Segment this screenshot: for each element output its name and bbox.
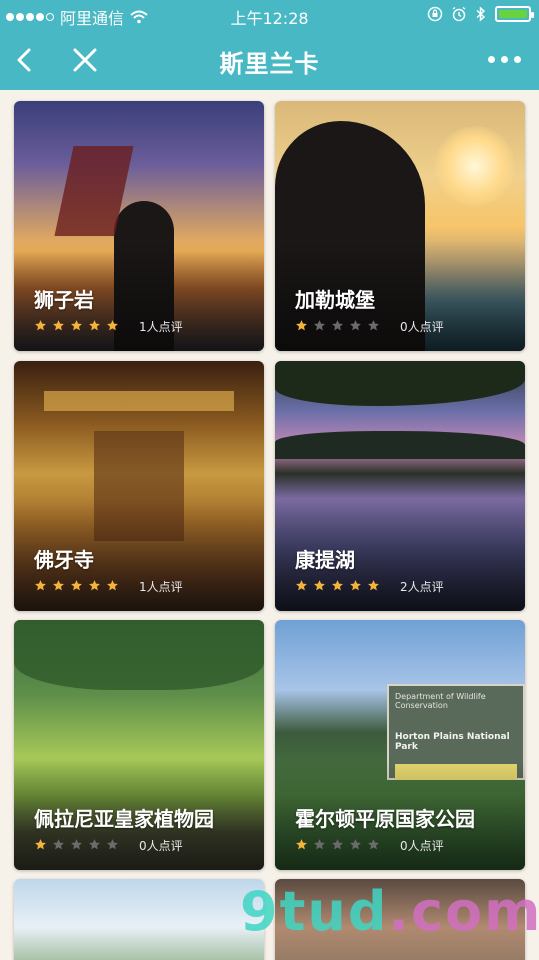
star-icon [88, 836, 101, 855]
star-icon [88, 317, 101, 336]
rating-stars [295, 836, 385, 855]
status-bar: 阿里通信 上午12:28 [0, 0, 539, 30]
attraction-card[interactable]: 佛牙寺 1人点评 [14, 361, 264, 611]
review-count: 1人点评 [139, 580, 183, 594]
sign-line-2: Horton Plains National Park [395, 732, 510, 752]
temple-beam-shape [44, 391, 234, 411]
star-icon [313, 317, 326, 336]
card-title: 加勒城堡 [295, 288, 375, 312]
card-rating: 1人点评 [34, 317, 183, 336]
rating-stars [34, 317, 124, 336]
star-icon [52, 836, 65, 855]
battery-icon [495, 6, 534, 22]
attraction-card[interactable]: Department of Wildlife Conservation Hort… [275, 620, 525, 870]
sign-line-1: Department of Wildlife Conservation [395, 692, 486, 710]
attraction-card[interactable]: 加勒城堡 0人点评 [275, 101, 525, 351]
rating-stars [295, 317, 385, 336]
attraction-card[interactable]: 狮子岩 1人点评 [14, 101, 264, 351]
star-icon [367, 836, 380, 855]
rating-stars [34, 836, 124, 855]
star-icon [52, 317, 65, 336]
card-title: 霍尔顿平原国家公园 [295, 807, 475, 831]
card-image [14, 879, 264, 960]
attraction-card[interactable]: 康提湖 2人点评 [275, 361, 525, 611]
star-icon [295, 317, 308, 336]
star-icon [34, 317, 47, 336]
star-icon [295, 836, 308, 855]
card-title: 佛牙寺 [34, 548, 94, 572]
star-icon [106, 317, 119, 336]
star-icon [331, 317, 344, 336]
star-icon [70, 836, 83, 855]
star-icon [106, 577, 119, 596]
card-title: 狮子岩 [34, 288, 94, 312]
card-rating: 0人点评 [295, 317, 444, 336]
star-icon [34, 836, 47, 855]
status-right [427, 6, 534, 22]
more-button[interactable] [488, 56, 521, 63]
star-icon [313, 577, 326, 596]
attraction-card[interactable]: 佩拉尼亚皇家植物园 0人点评 [14, 620, 264, 870]
review-count: 0人点评 [400, 320, 444, 334]
star-icon [349, 317, 362, 336]
card-rating: 2人点评 [295, 577, 444, 596]
sun-shape [435, 126, 515, 206]
attractions-grid: 狮子岩 1人点评 加勒城堡 0人点评 佛牙寺 1人点评 康提湖 2人点评 佩拉尼… [0, 90, 539, 960]
review-count: 0人点评 [400, 839, 444, 853]
watermark: 9tud.com [240, 880, 539, 943]
battery-fill [499, 10, 527, 18]
watermark-text: 9tud [240, 880, 389, 943]
card-rating: 0人点评 [34, 836, 183, 855]
card-title: 佩拉尼亚皇家植物园 [34, 807, 214, 831]
rating-stars [295, 577, 385, 596]
bluetooth-icon [476, 6, 486, 22]
more-dot [501, 56, 508, 63]
rating-stars [34, 577, 124, 596]
review-count: 0人点评 [139, 839, 183, 853]
card-rating: 0人点评 [295, 836, 444, 855]
star-icon [106, 836, 119, 855]
star-icon [313, 836, 326, 855]
card-title: 康提湖 [295, 548, 355, 572]
tree-shape [14, 620, 264, 690]
star-icon [331, 577, 344, 596]
star-icon [70, 317, 83, 336]
review-count: 2人点评 [400, 580, 444, 594]
star-icon [295, 577, 308, 596]
alarm-icon [452, 6, 466, 22]
star-icon [349, 836, 362, 855]
card-rating: 1人点评 [34, 577, 183, 596]
star-icon [331, 836, 344, 855]
more-dot [514, 56, 521, 63]
hills-shape [275, 431, 525, 459]
star-icon [34, 577, 47, 596]
star-icon [52, 577, 65, 596]
watermark-suffix: .com [388, 880, 539, 943]
attraction-card-partial[interactable] [14, 879, 264, 960]
more-dot [488, 56, 495, 63]
star-icon [70, 577, 83, 596]
nav-bar: 斯里兰卡 [0, 30, 539, 90]
star-icon [367, 577, 380, 596]
page-title: 斯里兰卡 [219, 50, 320, 78]
star-icon [367, 317, 380, 336]
review-count: 1人点评 [139, 320, 183, 334]
star-icon [88, 577, 101, 596]
rotation-lock-icon [427, 6, 443, 22]
star-icon [349, 577, 362, 596]
